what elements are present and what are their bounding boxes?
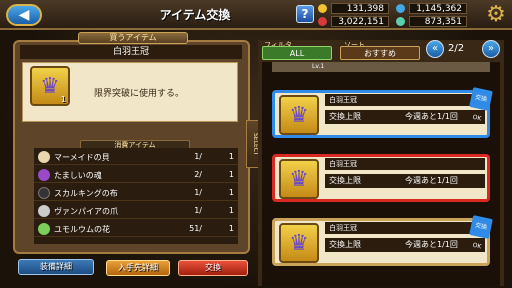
material-row: ヴァンパイアの爪 1/ 1	[34, 202, 238, 219]
source-detail-button[interactable]: 入手先詳細	[106, 260, 170, 276]
currency-green: 873,351	[396, 16, 467, 27]
sort-dropdown[interactable]: おすすめ	[340, 46, 420, 60]
exchange-card[interactable]: ♛ 白羽王冠 交換上限 今週あと1/1回 交換OK	[272, 215, 493, 266]
page-title: アイテム交換	[159, 8, 231, 22]
card-limit: 交換上限 今週あと1/1回	[325, 238, 485, 252]
exchange-card[interactable]: ♛ 白羽王冠 交換上限 今週あと1/1回 交換OK	[272, 87, 493, 138]
exchange-card[interactable]: ♛ 白羽王冠 交換上限 今週あと1/1回	[272, 154, 490, 202]
card-item-icon: ♛	[279, 159, 319, 199]
exchange-ok-badge: 交換OK	[469, 87, 493, 122]
green-gem-icon	[396, 17, 405, 26]
red-gem-icon	[318, 17, 327, 26]
buy-item-tab: 買うアイテム	[78, 32, 188, 44]
crown-icon: ♛	[289, 230, 309, 256]
double-chevron-right-icon: »	[487, 43, 495, 54]
crown-icon: ♛	[289, 166, 309, 192]
shell-icon	[38, 151, 50, 163]
material-row: ユモルウムの花 51/ 1	[34, 220, 238, 237]
crown-icon: ♛	[289, 102, 309, 128]
crown-icon: ♛	[40, 73, 60, 99]
card-limit: 交換上限 今週あと1/1回	[325, 110, 485, 124]
claw-icon	[38, 205, 50, 217]
item-icon-count: 1	[60, 95, 66, 104]
material-row: たましいの魂 2/ 1	[34, 166, 238, 183]
top-bar: ◀ アイテム交換 ? 131,398 1,145,362 3,022,151 8…	[0, 0, 512, 30]
material-row: マーメイドの貝 1/ 1	[34, 148, 238, 165]
card-limit: 交換上限 今週あと1/1回	[325, 174, 485, 188]
soul-icon	[38, 169, 50, 181]
currency-red: 3,022,151	[318, 16, 389, 27]
currency-blue: 1,145,362	[396, 3, 467, 14]
double-chevron-left-icon: «	[431, 43, 439, 54]
material-row: スカルキングの布 1/ 1	[34, 184, 238, 201]
card-item-icon: ♛	[279, 223, 319, 263]
cloth-icon	[38, 187, 50, 199]
materials-table: マーメイドの貝 1/ 1 たましいの魂 2/ 1 スカルキングの布 1/ 1 ヴ…	[34, 148, 238, 244]
flower-icon	[38, 223, 50, 235]
back-arrow-icon: ◀	[18, 7, 30, 23]
help-button[interactable]: ?	[296, 5, 314, 23]
card-item-name: 白羽王冠	[325, 222, 485, 234]
card-item-name: 白羽王冠	[325, 94, 485, 106]
item-icon[interactable]: ♛ 1	[30, 66, 70, 106]
filter-dropdown[interactable]: ALL	[262, 46, 332, 60]
equip-detail-button[interactable]: 装備詳細	[18, 259, 94, 275]
item-description: 限界突破に使用する。	[94, 89, 185, 99]
currency-gold: 131,398	[318, 3, 389, 14]
blue-gem-icon	[396, 4, 405, 13]
gear-ornament-icon: ⚙	[486, 2, 506, 27]
item-name: 白羽王冠	[20, 45, 242, 59]
prev-page-button[interactable]: «	[426, 40, 444, 58]
card-item-name: 白羽王冠	[325, 158, 485, 170]
partial-card: Lv.1	[272, 62, 490, 72]
gold-coin-icon	[318, 4, 327, 13]
page-indicator: 2/2	[448, 43, 465, 54]
card-item-icon: ♛	[279, 95, 319, 135]
exchange-ok-badge: 交換OK	[469, 215, 493, 250]
exchange-button[interactable]: 交換	[178, 260, 248, 276]
next-page-button[interactable]: »	[482, 40, 500, 58]
back-button[interactable]: ◀	[6, 4, 42, 26]
